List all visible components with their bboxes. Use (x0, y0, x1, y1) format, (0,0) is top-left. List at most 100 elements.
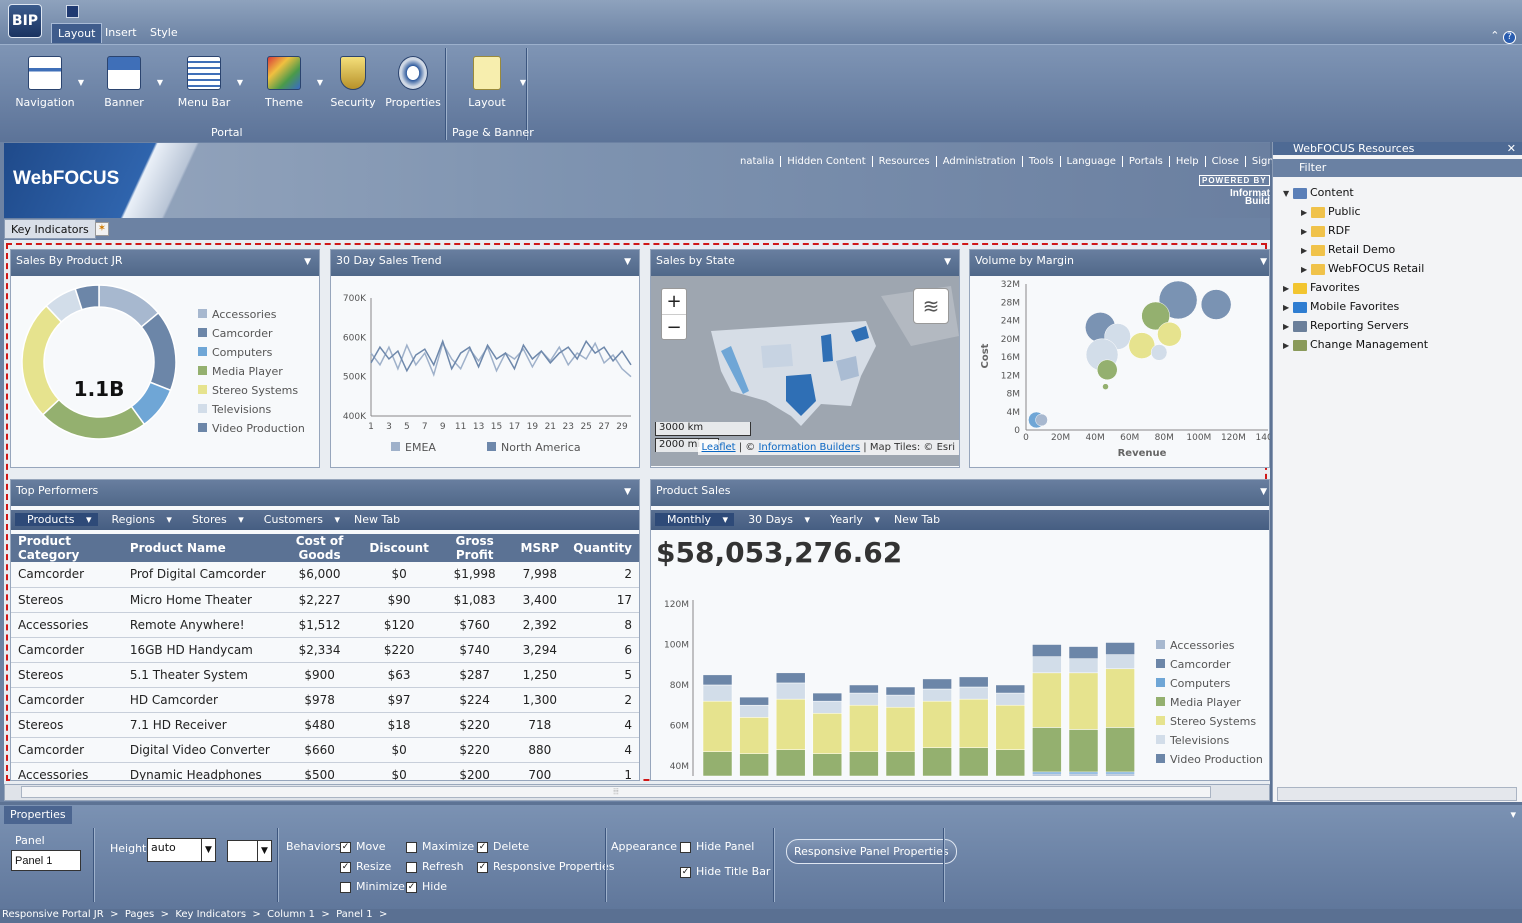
move-checkbox[interactable]: ✓ Move (340, 840, 386, 853)
leaflet-link[interactable]: Leaflet (702, 442, 736, 453)
column-header[interactable]: Product Name (122, 534, 277, 562)
tree-item[interactable]: ▶ Public (1283, 202, 1522, 221)
refresh-checkbox[interactable]: Refresh (406, 860, 464, 873)
hide-panel-checkbox[interactable]: Hide Panel (680, 840, 754, 853)
height-select[interactable]: auto ▼ (147, 838, 216, 862)
collapse-properties-icon[interactable]: ▾ (1510, 808, 1516, 821)
panel-sales-by-product[interactable]: Sales By Product JR ▼ 1.1B Accessories Cam… (10, 249, 320, 468)
menu-bar-button[interactable]: Menu Bar ▼ (169, 54, 243, 109)
tree-item[interactable]: ▶ Change Management (1283, 335, 1522, 354)
expand-icon[interactable]: ▶ (1301, 222, 1311, 241)
ib-link[interactable]: Information Builders (758, 442, 860, 453)
height-unit-select[interactable]: ▼ (227, 840, 272, 862)
layout-button[interactable]: Layout ▼ (452, 54, 526, 109)
expanded-icon[interactable]: ▼ (1283, 184, 1293, 203)
table-row[interactable]: Camcorder Digital Video Converter $660 $0 $2… (11, 737, 639, 763)
link-close[interactable]: Close (1205, 156, 1246, 167)
column-header[interactable]: Cost of Goods (276, 534, 363, 562)
link-user[interactable]: natalia (734, 156, 782, 167)
panel-sales-by-state[interactable]: Sales by State ▼ + − ≋ 3000 km 2000 mi Le… (650, 249, 960, 468)
resize-checkbox[interactable]: ✓ Resize (340, 860, 391, 873)
tab-style[interactable]: Style (144, 23, 184, 43)
column-header[interactable]: Quantity (566, 534, 639, 562)
table-row[interactable]: Camcorder Prof Digital Camcorder $6,000 $0 $… (11, 562, 639, 588)
panel-name-input[interactable] (11, 850, 81, 871)
panel-top-performers[interactable]: Top Performers ▼ Products ▾ Regions ▾ Store… (10, 479, 640, 781)
panel-menu-icon[interactable]: ▼ (1260, 257, 1267, 267)
table-row[interactable]: Stereos Micro Home Theater $2,227 $90 $1,083… (11, 587, 639, 613)
link-help[interactable]: Help (1169, 156, 1206, 167)
breadcrumb-item[interactable]: Key Indicators (175, 909, 246, 920)
column-header[interactable]: Gross Profit (435, 534, 514, 562)
panel-sales-trend[interactable]: 30 Day Sales Trend ▼ 400K 500K 600K 700K 1 3 5 7… (330, 249, 640, 468)
breadcrumb-item[interactable]: Pages (125, 909, 154, 920)
chevron-down-icon[interactable]: ▼ (237, 78, 243, 87)
properties-button[interactable]: Properties (378, 54, 448, 109)
tab-monthly[interactable]: Monthly ▾ (655, 513, 735, 526)
tab-30-days[interactable]: 30 Days ▾ (736, 513, 816, 526)
panel-menu-icon[interactable]: ▼ (624, 257, 631, 267)
expand-icon[interactable]: ▶ (1283, 298, 1293, 317)
expand-icon[interactable]: ▶ (1301, 260, 1311, 279)
help-icon[interactable]: ? (1503, 31, 1516, 44)
tree-item[interactable]: ▶ Reporting Servers (1283, 316, 1522, 335)
maximize-checkbox[interactable]: Maximize (406, 840, 474, 853)
table-row[interactable]: Accessories Dynamic Headphones $500 $0 $200 7… (11, 762, 639, 780)
scroll-thumb[interactable]: ⦙⦙⦙ (21, 786, 1211, 798)
collapse-ribbon-icon[interactable]: ⌃ (1490, 29, 1499, 42)
tab-layout[interactable]: Layout (51, 23, 103, 43)
resources-scrollbar[interactable] (1277, 787, 1517, 801)
tree-item[interactable]: ▶ Retail Demo (1283, 240, 1522, 259)
save-icon[interactable] (66, 5, 79, 18)
panel-volume-by-margin[interactable]: Volume by Margin ▼ 0 4M 8M 12M 16M 20M 24M 28M 32… (969, 249, 1280, 468)
tab-new[interactable]: New Tab (888, 513, 946, 526)
table-row[interactable]: Camcorder HD Camcorder $978 $97 $224 1,300 2 (11, 687, 639, 713)
workspace-horizontal-scrollbar[interactable]: ⦙⦙⦙ (4, 784, 1270, 801)
panel-product-sales[interactable]: Product Sales ▼ Monthly ▾ 30 Days ▾ Yearly … (650, 479, 1270, 781)
table-row[interactable]: Stereos 7.1 HD Receiver $480 $18 $220 718 4 (11, 712, 639, 738)
chevron-down-icon[interactable]: ▼ (78, 78, 84, 87)
column-header[interactable]: MSRP (513, 534, 567, 562)
link-language[interactable]: Language (1060, 156, 1123, 167)
page-tab-key-indicators[interactable]: Key Indicators (4, 219, 96, 239)
tree-item[interactable]: ▶ RDF (1283, 221, 1522, 240)
zoom-out-button[interactable]: − (662, 315, 686, 340)
add-page-icon[interactable]: ✶ (95, 222, 109, 236)
column-header[interactable]: Discount (362, 534, 436, 562)
panel-menu-icon[interactable]: ▼ (624, 487, 631, 497)
tree-item[interactable]: ▶ Mobile Favorites (1283, 297, 1522, 316)
tab-regions[interactable]: Regions ▾ (100, 513, 178, 526)
link-hidden-content[interactable]: Hidden Content (781, 156, 873, 167)
table-row[interactable]: Camcorder 16GB HD Handycam $2,334 $220 $740 3… (11, 637, 639, 663)
link-tools[interactable]: Tools (1022, 156, 1061, 167)
hide-title-bar-checkbox[interactable]: ✓ Hide Title Bar (680, 865, 770, 878)
minimize-checkbox[interactable]: Minimize (340, 880, 405, 893)
expand-icon[interactable]: ▶ (1301, 203, 1311, 222)
table-row[interactable]: Accessories Remote Anywhere! $1,512 $120 $76… (11, 612, 639, 638)
tab-stores[interactable]: Stores ▾ (180, 513, 250, 526)
delete-checkbox[interactable]: ✓ Delete (477, 840, 529, 853)
responsive-panel-properties-button[interactable]: Responsive Panel Properties (786, 839, 957, 864)
close-icon[interactable]: ✕ (1507, 142, 1516, 155)
tab-insert[interactable]: Insert (99, 23, 143, 43)
zoom-in-button[interactable]: + (662, 289, 686, 315)
tab-products[interactable]: Products ▾ (15, 513, 98, 526)
tab-yearly[interactable]: Yearly ▾ (818, 513, 886, 526)
breadcrumb-item[interactable]: Panel 1 (336, 909, 373, 920)
expand-icon[interactable]: ▶ (1283, 279, 1293, 298)
expand-icon[interactable]: ▶ (1283, 336, 1293, 355)
map[interactable]: + − ≋ 3000 km 2000 mi Leaflet | © Inform… (651, 276, 959, 466)
tree-item[interactable]: ▶ Favorites (1283, 278, 1522, 297)
panel-menu-icon[interactable]: ▼ (1260, 487, 1267, 497)
hide-checkbox[interactable]: ✓ Hide (406, 880, 447, 893)
navigation-button[interactable]: Navigation ▼ (10, 54, 84, 109)
column-header[interactable]: Product Category (11, 534, 123, 562)
responsive-properties-checkbox[interactable]: ✓ Responsive Properties (477, 860, 614, 873)
link-portals[interactable]: Portals (1122, 156, 1170, 167)
table-row[interactable]: Stereos 5.1 Theater System $900 $63 $287 1,25… (11, 662, 639, 688)
theme-button[interactable]: Theme ▼ (249, 54, 323, 109)
resources-filter[interactable]: Filter (1273, 159, 1522, 177)
breadcrumb-item[interactable]: Responsive Portal JR (2, 909, 104, 920)
panel-menu-icon[interactable]: ▼ (304, 257, 311, 267)
properties-tab[interactable]: Properties (4, 806, 72, 824)
